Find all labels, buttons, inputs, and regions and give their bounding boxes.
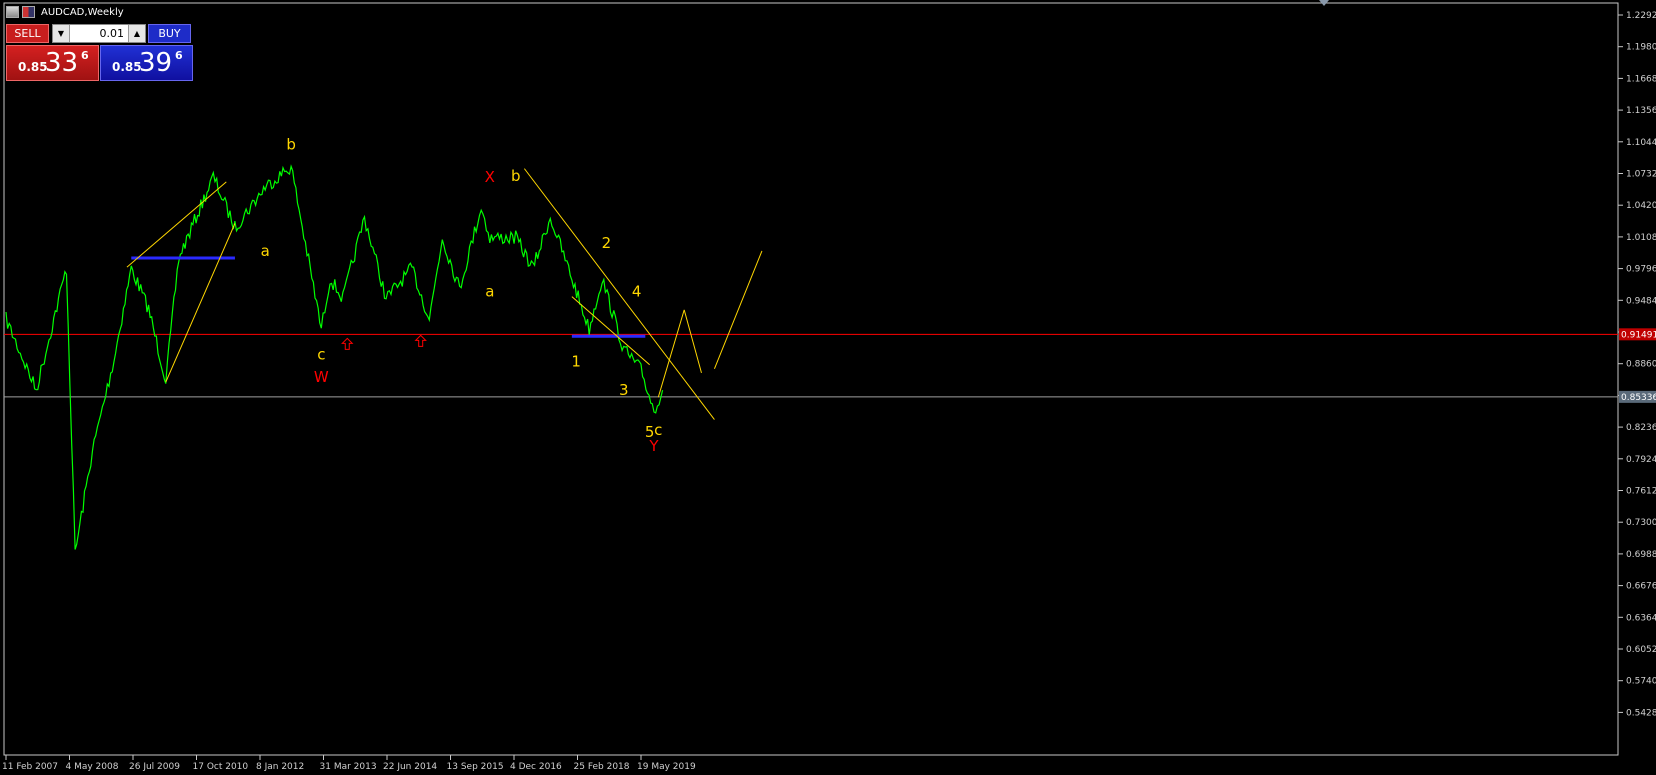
wave-label: 4 (632, 283, 642, 301)
signal-arrows (341, 334, 427, 350)
time-tick-label: 26 Jul 2009 (129, 762, 180, 772)
wave-label: W (314, 368, 329, 386)
audcad-price-line (5, 164, 664, 550)
price-tick-label: 0.69880 (1626, 550, 1656, 560)
plot-area-border (3, 2, 1619, 756)
wave-label: 2 (602, 234, 612, 252)
price-tick-label: 1.04200 (1626, 201, 1656, 211)
price-tick-label: 0.57400 (1626, 677, 1656, 687)
buy-price-prefix: 0.85 (112, 60, 142, 74)
price-tick-label: 0.60520 (1626, 645, 1656, 655)
buy-price-main: 39 (139, 48, 173, 78)
price-tick-label: 0.94840 (1626, 296, 1656, 306)
one-click-trading-panel: SELL ▼ ▲ BUY 0.85 33 6 0.85 39 6 (6, 24, 193, 81)
buy-price-button[interactable]: 0.85 39 6 (100, 45, 193, 81)
time-tick-label: 22 Jun 2014 (383, 762, 437, 772)
time-tick-label: 25 Feb 2018 (574, 762, 630, 772)
window-title-bar: AUDCAD,Weekly (6, 5, 124, 19)
chart-shift-marker-icon[interactable] (1319, 0, 1329, 6)
wave-label: a (485, 283, 494, 301)
price-tick-label: 1.19800 (1626, 43, 1656, 53)
trendline[interactable] (165, 223, 236, 383)
time-tick-label: 4 May 2008 (66, 762, 119, 772)
price-series (5, 164, 664, 550)
price-axis: 1.22920 1.19800 1.16680 1.13560 1.10440 1.073… (1618, 11, 1656, 718)
wave-labels: bacWX ba24135 cY (261, 135, 663, 455)
trendline[interactable] (571, 296, 650, 366)
trendline[interactable] (657, 309, 685, 398)
sell-price-main: 33 (45, 48, 79, 78)
price-tick-label: 1.01080 (1626, 233, 1656, 243)
trendlines (126, 168, 763, 420)
wave-label: 1 (571, 353, 581, 371)
red-line-tag-label: 0.91491 (1621, 330, 1656, 340)
price-tick-label: 1.22920 (1626, 11, 1656, 21)
wave-label: c (317, 346, 325, 364)
price-tick-label: 0.97960 (1626, 265, 1656, 275)
wave-label: X (485, 168, 495, 186)
buy-button[interactable]: BUY (148, 24, 191, 43)
wave-label: 3 (619, 381, 629, 399)
price-tick-label: 1.10440 (1626, 138, 1656, 148)
sell-price-prefix: 0.85 (18, 60, 48, 74)
sell-button[interactable]: SELL (6, 24, 49, 43)
lot-decrease-icon[interactable]: ▼ (53, 25, 70, 42)
sell-price-pip: 6 (81, 49, 89, 62)
window-title: AUDCAD,Weekly (41, 6, 124, 18)
gray-line-tag-label: 0.85336 (1621, 393, 1656, 403)
time-axis: 11 Feb 2007 4 May 2008 26 Jul 2009 17 Oct 2… (2, 755, 696, 772)
price-chart[interactable]: 1.22920 1.19800 1.16680 1.13560 1.10440 1.073… (0, 0, 1656, 775)
chart-window-icon (6, 6, 19, 18)
time-tick-label: 17 Oct 2010 (193, 762, 249, 772)
trendline[interactable] (683, 309, 702, 373)
price-tick-label: 1.07320 (1626, 170, 1656, 180)
up-arrow-icon (341, 337, 354, 350)
trendline[interactable] (126, 181, 227, 268)
horizontal-price-lines: 0.91491 0.85336 (4, 328, 1656, 403)
wave-label: Y (648, 437, 659, 455)
wave-label: b (511, 167, 521, 185)
price-tick-label: 1.13560 (1626, 106, 1656, 116)
sell-price-button[interactable]: 0.85 33 6 (6, 45, 99, 81)
price-tick-label: 1.16680 (1626, 74, 1656, 84)
chart-window[interactable]: 1.22920 1.19800 1.16680 1.13560 1.10440 1.073… (0, 0, 1656, 775)
up-arrow-icon (414, 334, 427, 347)
price-tick-label: 0.73000 (1626, 518, 1656, 528)
time-tick-label: 31 Mar 2013 (320, 762, 377, 772)
price-tick-label: 0.79240 (1626, 455, 1656, 465)
flag-icon (22, 6, 35, 18)
wave-label: a (261, 242, 270, 260)
lot-size-input[interactable] (70, 25, 128, 42)
lot-size-stepper[interactable]: ▼ ▲ (52, 24, 146, 43)
wave-label: b (286, 135, 296, 153)
time-tick-label: 19 May 2019 (637, 762, 696, 772)
time-tick-label: 8 Jan 2012 (256, 762, 304, 772)
time-tick-label: 11 Feb 2007 (2, 762, 58, 772)
buy-price-pip: 6 (175, 49, 183, 62)
trendline[interactable] (713, 250, 763, 369)
price-tick-label: 0.54280 (1626, 708, 1656, 718)
lot-increase-icon[interactable]: ▲ (128, 25, 145, 42)
price-tick-label: 0.63640 (1626, 613, 1656, 623)
price-tick-label: 0.88600 (1626, 360, 1656, 370)
price-tick-label: 0.66760 (1626, 582, 1656, 592)
time-tick-label: 13 Sep 2015 (447, 762, 504, 772)
price-tick-label: 0.76120 (1626, 487, 1656, 497)
support-segments (131, 256, 646, 338)
price-tick-label: 0.82360 (1626, 423, 1656, 433)
time-tick-label: 4 Dec 2016 (510, 762, 562, 772)
